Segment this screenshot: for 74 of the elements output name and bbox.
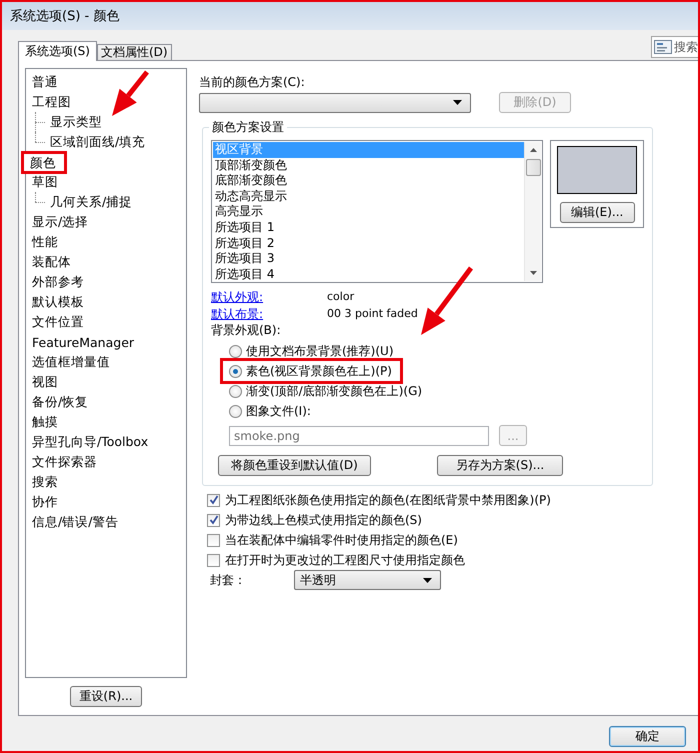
sidebar-item[interactable]: 文件探索器	[31, 452, 98, 472]
radio-button[interactable]	[229, 404, 242, 418]
checkbox[interactable]	[207, 554, 220, 566]
sidebar-item[interactable]: 显示类型	[49, 112, 103, 132]
default-value: color	[327, 289, 356, 305]
scroll-up-icon	[530, 148, 537, 152]
list-item[interactable]: 顶部渐变颜色	[213, 158, 524, 174]
sidebar-item[interactable]: 选值框增量值	[31, 352, 111, 372]
list-item[interactable]: 所选项目 2	[213, 236, 524, 252]
search-field[interactable]: 搜索	[651, 36, 698, 58]
checkbox[interactable]	[207, 514, 220, 526]
caret-icon	[423, 578, 432, 582]
save-scheme-button[interactable]: 另存为方案(S)...	[437, 455, 563, 476]
list-item[interactable]: 高亮显示	[213, 204, 524, 220]
tab[interactable]: 系统选项(S)	[18, 41, 97, 61]
checkbox[interactable]	[207, 494, 220, 506]
radio-button[interactable]	[229, 364, 242, 378]
scrollbar-thumb[interactable]	[526, 159, 541, 176]
sidebar-item[interactable]: FeatureManager	[31, 334, 136, 350]
tab[interactable]: 文档属性(D)	[96, 44, 172, 60]
link[interactable]: 默认外观:	[211, 289, 327, 305]
sidebar-item[interactable]: 工程图	[31, 92, 72, 112]
caret-icon	[453, 100, 462, 105]
radio-option[interactable]: 使用文档布景背景(推荐)(U)	[229, 343, 394, 359]
radio-button[interactable]	[229, 344, 242, 358]
radio-option[interactable]: 渐变(顶部/底部渐变颜色在上)(G)	[229, 383, 422, 399]
arrow-annotation	[112, 70, 149, 116]
sidebar-item[interactable]: 触摸	[31, 412, 59, 432]
document-icon	[654, 40, 672, 54]
list-item[interactable]: 所选项目 4	[213, 266, 524, 281]
sidebar-item[interactable]: 性能	[31, 232, 59, 252]
checkbox-option[interactable]: 为工程图纸张颜色使用指定的颜色(在图纸背景中禁用图象)(P)	[207, 492, 551, 508]
link[interactable]: 默认布景:	[211, 306, 327, 322]
sidebar-item[interactable]: 视图	[31, 372, 59, 392]
list-item[interactable]: 底部渐变颜色	[213, 173, 524, 189]
field-label: 当前的颜色方案(C):	[199, 74, 306, 91]
sidebar-item[interactable]: 装配体	[31, 252, 72, 272]
radio-option[interactable]: 图象文件(I):	[229, 403, 311, 419]
list-item[interactable]: 动态高亮显示	[213, 188, 524, 204]
checkbox-option[interactable]: 在打开时为更改过的工程图尺寸使用指定颜色	[207, 552, 465, 568]
list-item[interactable]: 所选项目 3	[213, 251, 524, 267]
radio-button[interactable]	[229, 384, 242, 398]
sidebar-item[interactable]: 外部参考	[31, 272, 85, 292]
checkbox-option[interactable]: 为带边线上色模式使用指定的颜色(S)	[207, 512, 422, 528]
default-value: 00 3 point faded	[327, 306, 419, 322]
sidebar-item[interactable]: 普通	[31, 72, 59, 92]
edit-button[interactable]: 编辑(E)...	[560, 202, 635, 223]
sidebar-item[interactable]: 显示/选择	[31, 212, 90, 232]
sidebar-item[interactable]: 协作	[31, 492, 59, 512]
checkbox[interactable]	[207, 534, 220, 546]
sidebar-item[interactable]: 信息/错误/警告	[31, 512, 120, 532]
sidebar-item[interactable]: 区域剖面线/填充	[49, 132, 146, 152]
reset-colors-button[interactable]: 将颜色重设到默认值(D)	[218, 455, 371, 476]
sidebar-item[interactable]: 草图	[31, 172, 59, 192]
arrow-annotation	[421, 266, 473, 335]
sidebar-item[interactable]: 几何关系/捕捉	[49, 192, 134, 212]
scheme-dropdown[interactable]	[199, 92, 471, 112]
reset-button[interactable]: 重设(R)...	[70, 686, 142, 707]
checkbox-option[interactable]: 当在装配体中编辑零件时使用指定的颜色(E)	[207, 532, 458, 548]
field-label: 背景外观(B):	[211, 322, 282, 338]
sidebar-item[interactable]: 备份/恢复	[31, 392, 90, 412]
sidebar-item[interactable]: 文件位置	[31, 312, 85, 332]
sidebar-item[interactable]: 异型孔向导/Toolbox	[31, 432, 150, 452]
window-title: 系统选项(S) - 颜色	[10, 8, 120, 25]
scroll-down-icon	[530, 271, 537, 275]
group-title: 颜色方案设置	[209, 119, 287, 136]
sidebar-item[interactable]: 默认模板	[31, 292, 85, 312]
radio-option[interactable]: 素色(视区背景颜色在上)(P)	[220, 358, 403, 384]
sidebar-item[interactable]: 颜色	[21, 150, 67, 174]
sidebar-item[interactable]: 搜索	[31, 472, 59, 492]
field-label: 封套：	[210, 572, 246, 588]
ok-button[interactable]: 确定	[609, 726, 686, 747]
envelope-dropdown[interactable]: 半透明	[294, 570, 441, 590]
list-item[interactable]: 所选项目 1	[213, 220, 524, 236]
